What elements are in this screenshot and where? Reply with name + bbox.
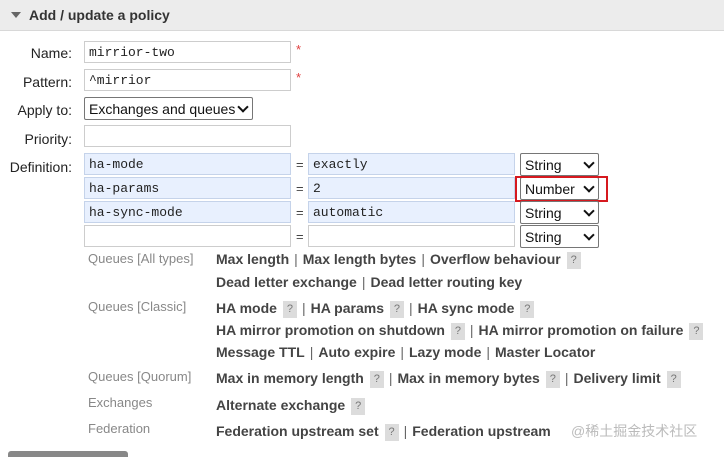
hint-category-queues-quorum: Queues [Quorum]	[88, 369, 192, 384]
help-icon[interactable]: ?	[384, 423, 399, 441]
definition-type-select[interactable]: String	[520, 153, 599, 176]
highlight-box	[515, 176, 608, 202]
name-input[interactable]: mirrior-two	[84, 41, 291, 63]
name-required-mark: *	[296, 42, 302, 57]
hint-link-ha-mirror-promotion-failure[interactable]: HA mirror promotion on failure	[479, 322, 684, 338]
hint-category-queues-all: Queues [All types]	[88, 251, 194, 266]
definition-equals: =	[296, 157, 304, 172]
hint-link-message-ttl[interactable]: Message TTL	[216, 344, 305, 360]
definition-key-input[interactable]: ha-sync-mode	[84, 201, 291, 223]
definition-type-select[interactable]: String	[520, 201, 599, 224]
collapse-triangle-icon[interactable]	[11, 12, 21, 18]
separator: |	[486, 344, 490, 360]
hint-link-auto-expire[interactable]: Auto expire	[318, 344, 395, 360]
hint-link-master-locator[interactable]: Master Locator	[495, 344, 595, 360]
priority-input[interactable]	[84, 125, 291, 147]
hint-line: Max length | Max length bytes | Overflow beh…	[216, 251, 581, 269]
pattern-required-mark: *	[296, 70, 302, 85]
hint-line: Max in memory length? | Max in memory byte…	[216, 370, 681, 388]
hint-link-alternate-exchange[interactable]: Alternate exchange	[216, 397, 345, 413]
definition-value-input[interactable]: 2	[308, 177, 515, 199]
hint-link-delivery-limit[interactable]: Delivery limit	[573, 370, 660, 386]
hint-link-federation-upstream[interactable]: Federation upstream	[412, 423, 550, 439]
hint-link-max-length-bytes[interactable]: Max length bytes	[303, 251, 417, 267]
hint-link-dead-letter-exchange[interactable]: Dead letter exchange	[216, 274, 357, 290]
apply-to-value: Exchanges and queues	[89, 101, 236, 117]
separator: |	[403, 423, 408, 439]
apply-to-select[interactable]: Exchanges and queues	[84, 97, 253, 120]
separator: |	[388, 370, 393, 386]
help-icon[interactable]: ?	[566, 251, 581, 269]
hint-line: HA mode? | HA params? | HA sync mode?	[216, 300, 535, 318]
name-label: Name:	[30, 45, 72, 61]
priority-label: Priority:	[24, 131, 72, 147]
add-policy-button[interactable]	[8, 451, 128, 457]
separator: |	[469, 322, 474, 338]
hint-category-federation: Federation	[88, 421, 151, 436]
help-icon[interactable]: ?	[369, 370, 384, 388]
help-icon[interactable]: ?	[520, 300, 535, 318]
definition-key-input[interactable]	[84, 225, 291, 247]
section-header-add-policy[interactable]: Add / update a policy	[0, 0, 724, 31]
separator: |	[421, 251, 425, 267]
hint-link-ha-params[interactable]: HA params	[311, 300, 384, 316]
help-icon[interactable]: ?	[351, 397, 366, 415]
definition-label: Definition:	[9, 159, 72, 175]
help-icon[interactable]: ?	[545, 370, 560, 388]
hint-line: Alternate exchange?	[216, 397, 366, 415]
pattern-label: Pattern:	[22, 74, 72, 90]
help-icon[interactable]: ?	[666, 370, 681, 388]
separator: |	[408, 300, 413, 316]
hint-link-lazy-mode[interactable]: Lazy mode	[409, 344, 481, 360]
pattern-input[interactable]: ^mirrior	[84, 69, 291, 91]
hint-link-ha-mode[interactable]: HA mode	[216, 300, 277, 316]
separator: |	[564, 370, 569, 386]
separator: |	[361, 274, 366, 290]
hint-link-ha-mirror-promotion-shutdown[interactable]: HA mirror promotion on shutdown	[216, 322, 445, 338]
definition-value-input[interactable]	[308, 225, 515, 247]
hint-category-queues-classic: Queues [Classic]	[88, 299, 187, 314]
hint-link-dead-letter-routing-key[interactable]: Dead letter routing key	[370, 274, 522, 290]
hint-line: Federation upstream set? | Federation upst…	[216, 423, 551, 441]
separator: |	[309, 344, 314, 360]
section-title: Add / update a policy	[29, 7, 170, 23]
chevron-down-icon	[583, 229, 595, 241]
separator: |	[400, 344, 404, 360]
hint-link-max-length[interactable]: Max length	[216, 251, 289, 267]
definition-equals: =	[296, 181, 304, 196]
hint-category-exchanges: Exchanges	[88, 395, 153, 410]
hint-line: Message TTL | Auto expire | Lazy mode | Master…	[216, 344, 595, 360]
definition-type-select[interactable]: String	[520, 225, 599, 248]
definition-key-input[interactable]: ha-mode	[84, 153, 291, 175]
separator: |	[301, 300, 306, 316]
chevron-down-icon	[237, 101, 249, 113]
hint-link-federation-upstream-set[interactable]: Federation upstream set	[216, 423, 379, 439]
chevron-down-icon	[583, 157, 595, 169]
definition-equals: =	[296, 205, 304, 220]
help-icon[interactable]: ?	[450, 322, 465, 340]
definition-value-input[interactable]: automatic	[308, 201, 515, 223]
definition-value-input[interactable]: exactly	[308, 153, 515, 175]
chevron-down-icon	[583, 205, 595, 217]
help-icon[interactable]: ?	[389, 300, 404, 318]
hint-line: Dead letter exchange | Dead letter routing…	[216, 274, 522, 290]
definition-type-value: String	[525, 205, 562, 221]
hint-link-overflow-behaviour[interactable]: Overflow behaviour	[430, 251, 561, 267]
definition-type-value: String	[525, 229, 562, 245]
definition-key-input[interactable]: ha-params	[84, 177, 291, 199]
watermark: @稀土掘金技术社区	[571, 423, 698, 439]
hint-link-max-in-memory-length[interactable]: Max in memory length	[216, 370, 364, 386]
hint-line: HA mirror promotion on shutdown? | HA mirr…	[216, 322, 704, 340]
definition-equals: =	[296, 229, 304, 244]
help-icon[interactable]: ?	[689, 322, 704, 340]
separator: |	[294, 251, 298, 267]
hint-link-ha-sync-mode[interactable]: HA sync mode	[418, 300, 515, 316]
hint-link-max-in-memory-bytes[interactable]: Max in memory bytes	[397, 370, 539, 386]
help-icon[interactable]: ?	[282, 300, 297, 318]
apply-to-label: Apply to:	[17, 102, 72, 118]
definition-type-value: String	[525, 157, 562, 173]
